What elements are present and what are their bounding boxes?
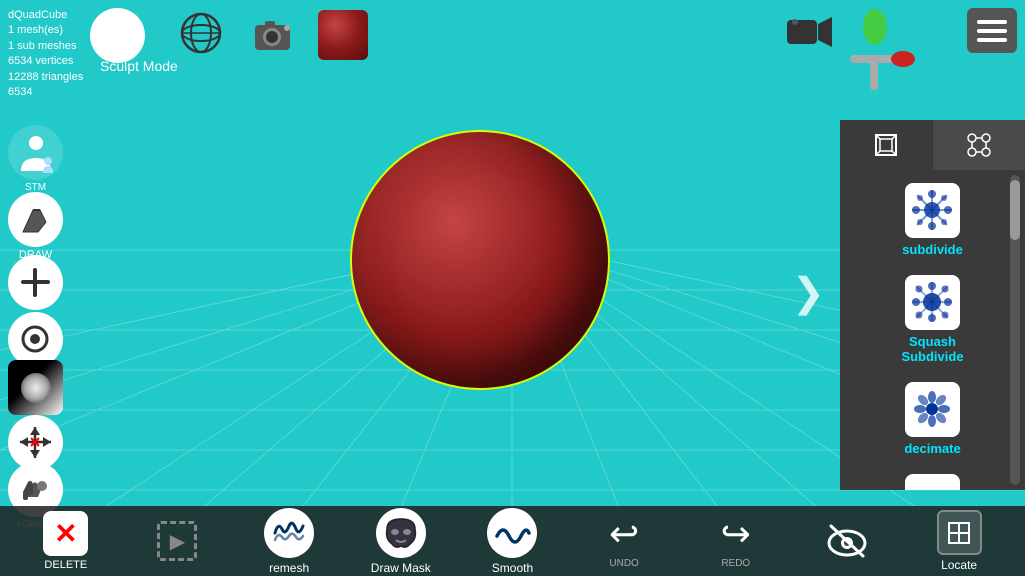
draw-mask-button[interactable]: Draw Mask [366,508,436,575]
smooth-icon [487,508,537,558]
camera-button[interactable] [250,15,295,60]
hide-button[interactable] [812,516,882,566]
remesh-label: remesh [269,561,309,575]
mask-button[interactable] [8,360,63,415]
sculpt-mode-label: Sculpt Mode [100,58,178,74]
smooth-label: Smooth [492,561,533,575]
delete-button[interactable]: ✕ DELETE [31,511,101,571]
squash-subdivide-button[interactable]: Squash Subdivide [845,267,1020,372]
panel-scrollbar-thumb [1010,180,1020,240]
undo-icon: ↩ [609,513,639,555]
3d-sphere [350,130,610,390]
arrow-right-button[interactable]: ❯ [791,270,825,316]
delete-icon: ✕ [43,511,88,556]
panel-items-list: subdivide [840,170,1025,490]
sphere-preview-icon[interactable] [90,8,145,63]
panel-tabs [840,120,1025,170]
draw-mask-icon [376,508,426,558]
redo-label: REDO [721,558,750,569]
hamburger-line-3 [977,38,1007,42]
draw-button[interactable]: DRAW [8,192,63,261]
right-panel: subdivide [840,120,1025,490]
viewport: dQuadCube 1 mesh(es) 1 sub meshes 6534 v… [0,0,1025,576]
squash-subdivide-label: Squash Subdivide [901,334,963,364]
globe-button[interactable] [180,12,222,59]
smooth-button[interactable]: Smooth [477,508,547,575]
subdivide-button[interactable]: subdivide [845,175,1020,265]
bottom-toolbar: ✕ DELETE ▶ remesh [0,506,1025,576]
material-preview[interactable] [318,10,368,60]
video-camera-button[interactable] [785,12,835,57]
subdivide-label: subdivide [902,242,963,257]
undo-button[interactable]: ↩ UNDO [589,513,659,569]
undo-label: UNDO [609,558,638,569]
add-button[interactable] [8,255,63,310]
stm-button[interactable]: STM [8,125,63,193]
remesh-button[interactable]: remesh [254,508,324,575]
dot-button[interactable] [8,312,63,367]
draw-mask-label: Draw Mask [371,561,431,575]
decimate-button[interactable]: decimate [845,374,1020,464]
panel-tab-cube[interactable] [840,120,933,170]
redo-icon: ↪ [721,513,751,555]
mesh-info: dQuadCube 1 mesh(es) 1 sub meshes 6534 v… [8,8,83,100]
locate-icon [937,510,982,555]
hamburger-line-2 [977,29,1007,33]
cursor-icon: ▶ [157,521,197,561]
locate-label: Locate [941,558,977,572]
hamburger-line-1 [977,20,1007,24]
redo-button[interactable]: ↪ REDO [701,513,771,569]
delete-label: DELETE [44,559,87,571]
smooth-panel-button[interactable]: smooth [845,466,1020,490]
decimate-label: decimate [904,441,960,456]
hide-icon [822,516,872,566]
cursor-button[interactable]: ▶ [142,521,212,561]
locate-button[interactable]: Locate [924,510,994,572]
remesh-icon [264,508,314,558]
panel-tab-nodes[interactable] [933,120,1025,170]
tripod-figure [845,5,925,100]
hamburger-menu-button[interactable] [967,8,1017,53]
panel-scrollbar[interactable] [1010,175,1020,485]
